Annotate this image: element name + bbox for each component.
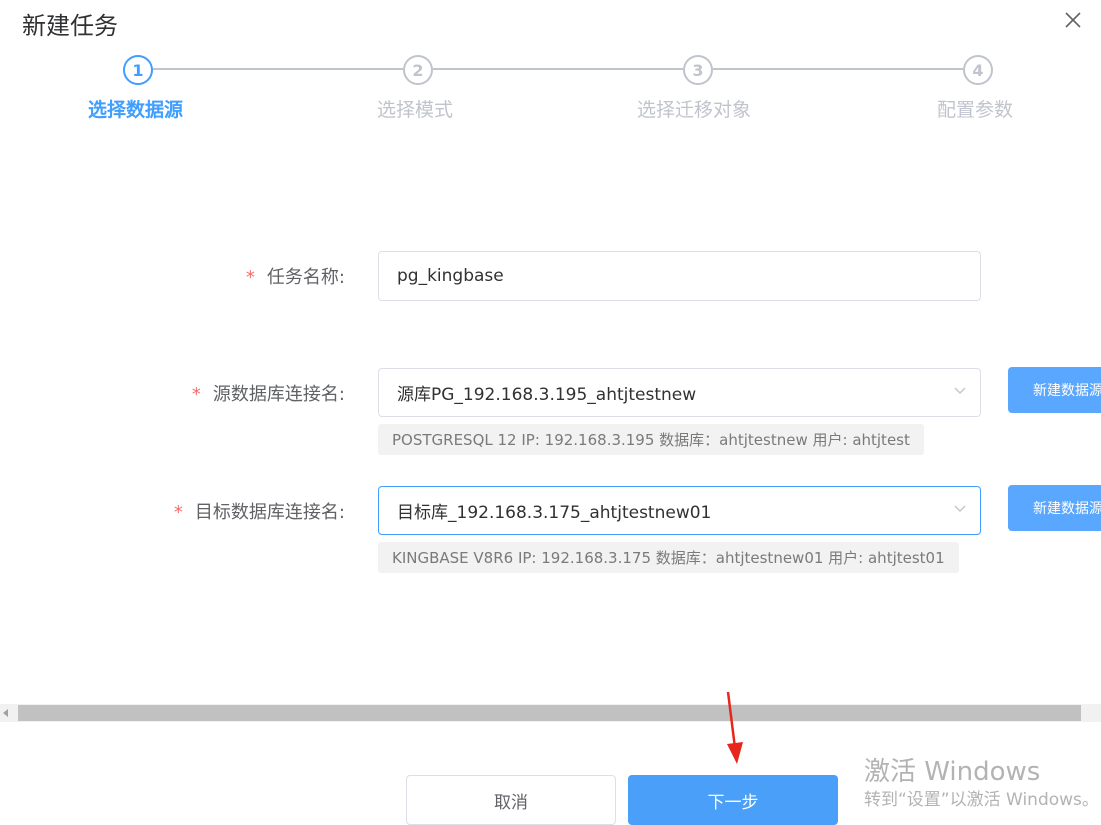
source-db-info: POSTGRESQL 12 IP: 192.168.3.195 数据库：ahtj… (378, 424, 924, 455)
step-connector (153, 68, 403, 70)
new-target-datasource-button[interactable]: 新建数据源 (1008, 485, 1101, 531)
step-4-label: 配置参数 (937, 99, 1014, 121)
target-db-label: * 目标数据库连接名: (174, 498, 345, 524)
windows-activation-watermark: 激活 Windows 转到“设置”以激活 Windows。 (864, 756, 1099, 812)
source-db-label-text: 源数据库连接名: (212, 384, 345, 405)
required-mark: * (245, 267, 255, 288)
cancel-button[interactable]: 取消 (406, 775, 616, 825)
required-mark: * (191, 384, 201, 405)
target-db-value: 目标库_192.168.3.175_ahtjtestnew01 (397, 503, 712, 523)
chevron-down-icon (954, 505, 966, 512)
step-connector (433, 68, 683, 70)
step-2-label: 选择模式 (377, 99, 454, 121)
horizontal-scrollbar[interactable] (0, 704, 1101, 722)
source-db-label: * 源数据库连接名: (192, 380, 345, 406)
task-name-input[interactable]: pg_kingbase (378, 251, 981, 301)
scroll-left-icon[interactable] (3, 709, 8, 717)
next-step-button[interactable]: 下一步 (628, 775, 838, 825)
task-name-label: * 任务名称: (246, 263, 345, 289)
source-db-value: 源库PG_192.168.3.195_ahtjtestnew (397, 385, 697, 405)
target-db-info: KINGBASE V8R6 IP: 192.168.3.175 数据库：ahtj… (378, 542, 959, 573)
chevron-down-icon (954, 387, 966, 394)
dialog-title: 新建任务 (22, 12, 118, 40)
step-2-circle: 2 (403, 55, 433, 85)
target-db-label-text: 目标数据库连接名: (194, 502, 345, 523)
close-icon[interactable] (1062, 9, 1084, 31)
new-source-datasource-button[interactable]: 新建数据源 (1008, 367, 1101, 413)
step-connector (713, 68, 963, 70)
scrollbar-thumb[interactable] (18, 705, 1081, 721)
step-1-circle: 1 (123, 55, 153, 85)
source-db-select[interactable]: 源库PG_192.168.3.195_ahtjtestnew (378, 368, 981, 417)
step-4-circle: 4 (963, 55, 993, 85)
target-db-select[interactable]: 目标库_192.168.3.175_ahtjtestnew01 (378, 486, 981, 535)
annotation-arrow-icon (726, 691, 743, 764)
step-3-circle: 3 (683, 55, 713, 85)
watermark-line1: 激活 Windows (864, 757, 1041, 787)
watermark-line2: 转到“设置”以激活 Windows。 (864, 790, 1099, 810)
task-name-label-text: 任务名称: (266, 267, 345, 288)
task-name-value: pg_kingbase (397, 266, 504, 286)
step-3-label: 选择迁移对象 (637, 99, 752, 121)
step-1-label: 选择数据源 (88, 99, 184, 121)
required-mark: * (173, 502, 183, 523)
